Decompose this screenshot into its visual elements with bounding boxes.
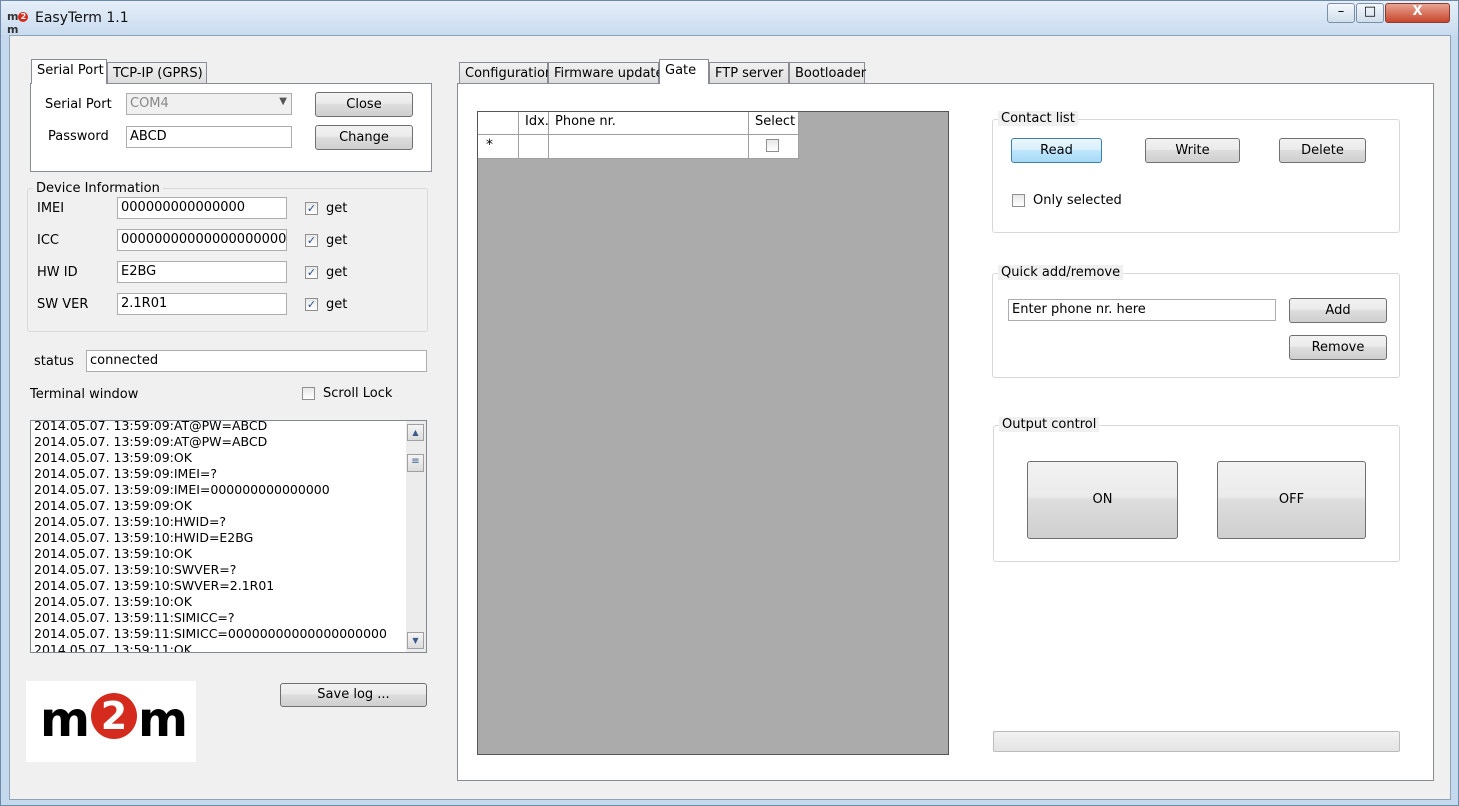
grid-new-row-marker: * xyxy=(478,135,519,159)
terminal-window-label: Terminal window xyxy=(30,387,139,402)
grid-column-idx[interactable]: Idx. xyxy=(519,112,549,135)
output-control-title: Output control xyxy=(999,417,1100,432)
delete-button[interactable]: Delete xyxy=(1279,138,1366,163)
tab-configuration[interactable]: Configuration xyxy=(459,62,553,84)
imei-get-checkbox[interactable]: ✓ xyxy=(305,202,318,215)
swver-input[interactable]: 2.1R01 xyxy=(117,293,287,315)
write-button[interactable]: Write xyxy=(1145,138,1240,163)
terminal-line: 2014.05.07. 13:59:10:SWVER=2.1R01 xyxy=(34,578,275,593)
grid-cell-phone[interactable] xyxy=(549,135,749,159)
swver-get-checkbox[interactable]: ✓ xyxy=(305,298,318,311)
status-label: status xyxy=(34,354,74,369)
imei-input[interactable]: 000000000000000 xyxy=(117,197,287,219)
read-button[interactable]: Read xyxy=(1011,138,1102,163)
terminal-log[interactable]: 2014.05.07. 13:59:09:AT@PW=ABCD 2014.05.… xyxy=(30,420,427,653)
terminal-line: 2014.05.07. 13:59:09:IMEI=? xyxy=(34,466,218,481)
app-window: m 2m EasyTerm 1.1 – □ X Serial Port TCP-I… xyxy=(0,0,1459,806)
close-port-button[interactable]: Close xyxy=(315,92,413,117)
icc-input[interactable]: 00000000000000000000 xyxy=(117,229,287,251)
scroll-up-icon[interactable]: ▲ xyxy=(407,424,424,441)
imei-get-label: get xyxy=(326,201,348,216)
tab-tcp-ip[interactable]: TCP-IP (GPRS) xyxy=(107,62,207,84)
phone-number-input[interactable]: Enter phone nr. here xyxy=(1008,299,1276,321)
terminal-line: 2014.05.07. 13:59:11:SIMICC=? xyxy=(34,610,235,625)
terminal-line: 2014.05.07. 13:59:11:OK xyxy=(34,642,192,653)
swver-get-label: get xyxy=(326,297,348,312)
logo-text: m2m xyxy=(40,692,189,748)
serial-port-value: COM4 xyxy=(130,96,169,111)
maximize-button[interactable]: □ xyxy=(1356,3,1384,23)
hwid-input[interactable]: E2BG xyxy=(117,261,287,283)
swver-label: SW VER xyxy=(37,297,89,312)
grid-select-checkbox[interactable] xyxy=(766,139,779,152)
contact-list-title: Contact list xyxy=(998,111,1078,126)
scroll-down-icon[interactable]: ▼ xyxy=(407,632,424,649)
progress-bar xyxy=(993,731,1400,752)
terminal-line: 2014.05.07. 13:59:10:OK xyxy=(34,546,192,561)
remove-button[interactable]: Remove xyxy=(1289,335,1387,360)
window-title: EasyTerm 1.1 xyxy=(35,10,129,26)
terminal-line: 2014.05.07. 13:59:09:OK xyxy=(34,498,192,513)
tab-serial-port[interactable]: Serial Port xyxy=(31,59,107,84)
icc-get-label: get xyxy=(326,233,348,248)
password-input[interactable]: ABCD xyxy=(126,126,292,148)
close-window-button[interactable]: X xyxy=(1385,3,1450,23)
contact-list-group xyxy=(992,119,1400,233)
grid-cell-idx[interactable] xyxy=(519,135,549,159)
terminal-line: 2014.05.07. 13:59:10:SWVER=? xyxy=(34,562,237,577)
tab-ftp-server[interactable]: FTP server xyxy=(709,62,789,84)
add-button[interactable]: Add xyxy=(1289,298,1387,323)
logo-letter-m: m xyxy=(40,692,91,748)
minimize-button[interactable]: – xyxy=(1327,3,1355,23)
title-bar[interactable]: m 2m EasyTerm 1.1 – □ X xyxy=(1,1,1458,36)
quick-add-title: Quick add/remove xyxy=(998,265,1124,280)
scroll-lock-label: Scroll Lock xyxy=(323,386,393,401)
status-field: connected xyxy=(86,350,427,372)
terminal-line: 2014.05.07. 13:59:09:IMEI=00000000000000… xyxy=(34,482,330,497)
terminal-line: 2014.05.07. 13:59:09:AT@PW=ABCD xyxy=(34,420,268,433)
tab-firmware-update[interactable]: Firmware update xyxy=(548,62,664,84)
scroll-lock-checkbox[interactable] xyxy=(302,387,315,400)
tab-gate[interactable]: Gate xyxy=(659,59,709,84)
scroll-thumb-icon[interactable]: ≡ xyxy=(407,454,424,472)
terminal-line: 2014.05.07. 13:59:10:HWID=? xyxy=(34,514,227,529)
hwid-get-label: get xyxy=(326,265,348,280)
terminal-line: 2014.05.07. 13:59:09:OK xyxy=(34,450,192,465)
imei-label: IMEI xyxy=(37,201,65,216)
save-log-button[interactable]: Save log ... xyxy=(280,683,427,707)
tab-bootloader[interactable]: Bootloader xyxy=(789,62,866,84)
grid-column-phone[interactable]: Phone nr. xyxy=(549,112,749,135)
grid-row-header-corner xyxy=(478,112,519,135)
only-selected-checkbox[interactable] xyxy=(1012,194,1025,207)
change-password-button[interactable]: Change xyxy=(315,125,413,150)
m2m-logo: m2m xyxy=(26,681,196,762)
icc-get-checkbox[interactable]: ✓ xyxy=(305,234,318,247)
icc-label: ICC xyxy=(37,233,59,248)
terminal-line: 2014.05.07. 13:59:10:OK xyxy=(34,594,192,609)
grid-column-select[interactable]: Select xyxy=(749,112,799,135)
app-logo-icon: m 2m xyxy=(7,10,31,36)
grid-cell-select[interactable] xyxy=(749,135,799,159)
terminal-line: 2014.05.07. 13:59:09:AT@PW=ABCD xyxy=(34,434,268,449)
only-selected-label: Only selected xyxy=(1033,193,1122,208)
password-label: Password xyxy=(48,129,109,144)
logo-two-circle: 2 xyxy=(91,693,138,739)
terminal-line: 2014.05.07. 13:59:10:HWID=E2BG xyxy=(34,530,254,545)
contact-grid[interactable]: Idx. Phone nr. Select * xyxy=(477,111,949,755)
dropdown-arrow-icon: ▼ xyxy=(279,96,287,107)
logo-letter-m: m xyxy=(138,692,189,748)
device-info-title: Device Information xyxy=(33,181,163,196)
output-on-button[interactable]: ON xyxy=(1027,461,1178,539)
terminal-line: 2014.05.07. 13:59:11:SIMICC=000000000000… xyxy=(34,626,387,641)
serial-port-label: Serial Port xyxy=(45,97,112,112)
hwid-label: HW ID xyxy=(37,265,78,280)
quick-add-group xyxy=(992,273,1400,378)
output-off-button[interactable]: OFF xyxy=(1217,461,1366,539)
hwid-get-checkbox[interactable]: ✓ xyxy=(305,266,318,279)
terminal-scrollbar[interactable]: ▲ ≡ ▼ xyxy=(406,421,426,652)
serial-port-select[interactable]: COM4 ▼ xyxy=(126,93,292,115)
